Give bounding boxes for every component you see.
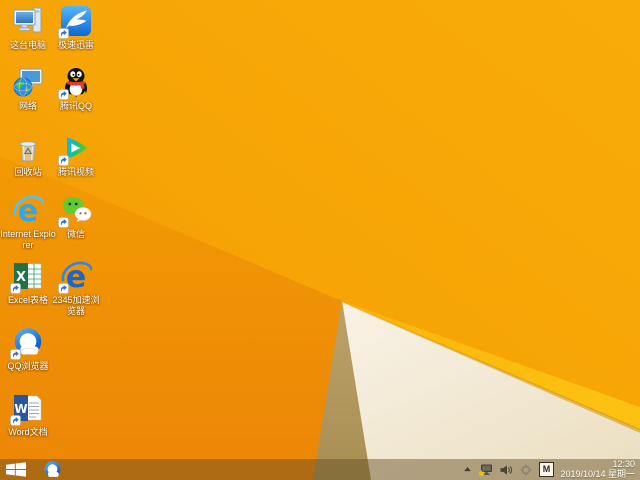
desktop-icon-tencent-qq[interactable]: 腾讯QQ <box>48 66 104 112</box>
desktop-icon-word[interactable]: W Word文档 <box>0 392 56 438</box>
icon-label: QQ浏览器 <box>7 361 49 371</box>
taskbar-clock[interactable]: 12:30 2019/10/14 星期一 <box>560 459 635 479</box>
internet-explorer-icon: e <box>12 194 44 226</box>
start-button[interactable] <box>6 462 26 477</box>
shortcut-arrow-icon <box>58 89 69 100</box>
clock-date: 2019/10/14 星期一 <box>560 468 635 479</box>
word-icon: W <box>10 392 44 426</box>
qq-browser-icon <box>44 461 61 478</box>
desktop-screen: 这台电脑 极速迅雷 网络 腾讯QQ 回收站 腾讯视频 e Internet Ex… <box>0 0 640 480</box>
shortcut-arrow-icon <box>10 415 21 426</box>
desktop-icon-xunlei[interactable]: 极速迅雷 <box>48 5 104 51</box>
network-globe-icon <box>12 66 44 98</box>
icon-label: 2345加速浏览器 <box>52 295 100 316</box>
shortcut-arrow-icon <box>58 28 69 39</box>
desktop-icon-qq-browser[interactable]: QQ浏览器 <box>0 326 56 372</box>
2345-browser-icon: e <box>58 260 92 294</box>
shortcut-arrow-icon <box>58 283 69 294</box>
taskbar-pinned-qq-browser[interactable] <box>42 459 63 480</box>
icon-label: 微信 <box>66 229 85 239</box>
excel-icon: X <box>10 260 44 294</box>
icon-label: 极速迅雷 <box>57 40 94 50</box>
icon-label: 腾讯视频 <box>57 167 94 177</box>
recycle-bin-icon <box>12 132 44 164</box>
desktop-icon-tencent-video[interactable]: 腾讯视频 <box>48 132 104 178</box>
this-pc-icon <box>12 5 44 37</box>
svg-text:e: e <box>18 194 38 226</box>
ime-indicator[interactable]: M <box>539 462 554 477</box>
xunlei-hummingbird-icon <box>58 5 92 39</box>
windows-logo-icon <box>6 462 26 477</box>
svg-text:W: W <box>14 402 27 416</box>
network-warning-icon[interactable] <box>478 463 493 477</box>
wechat-bubbles-icon <box>58 194 92 228</box>
desktop-icon-wechat[interactable]: 微信 <box>48 194 104 240</box>
icon-label: Word文档 <box>8 427 48 437</box>
shortcut-arrow-icon <box>10 283 21 294</box>
tencent-video-play-icon <box>58 132 92 166</box>
desktop-icon-2345-browser[interactable]: e 2345加速浏览器 <box>48 260 104 316</box>
hidden-icons-chevron-icon[interactable] <box>464 467 471 472</box>
shortcut-arrow-icon <box>58 217 69 228</box>
system-tray: M <box>464 459 554 480</box>
icon-label: 腾讯QQ <box>59 101 92 111</box>
volume-icon[interactable] <box>500 464 513 476</box>
shortcut-arrow-icon <box>58 155 69 166</box>
taskbar: M 12:30 2019/10/14 星期一 <box>0 459 640 480</box>
crosshair-utility-icon[interactable] <box>520 463 532 476</box>
shortcut-arrow-icon <box>10 349 21 360</box>
qq-penguin-icon <box>58 66 92 100</box>
qq-browser-icon <box>10 326 44 360</box>
